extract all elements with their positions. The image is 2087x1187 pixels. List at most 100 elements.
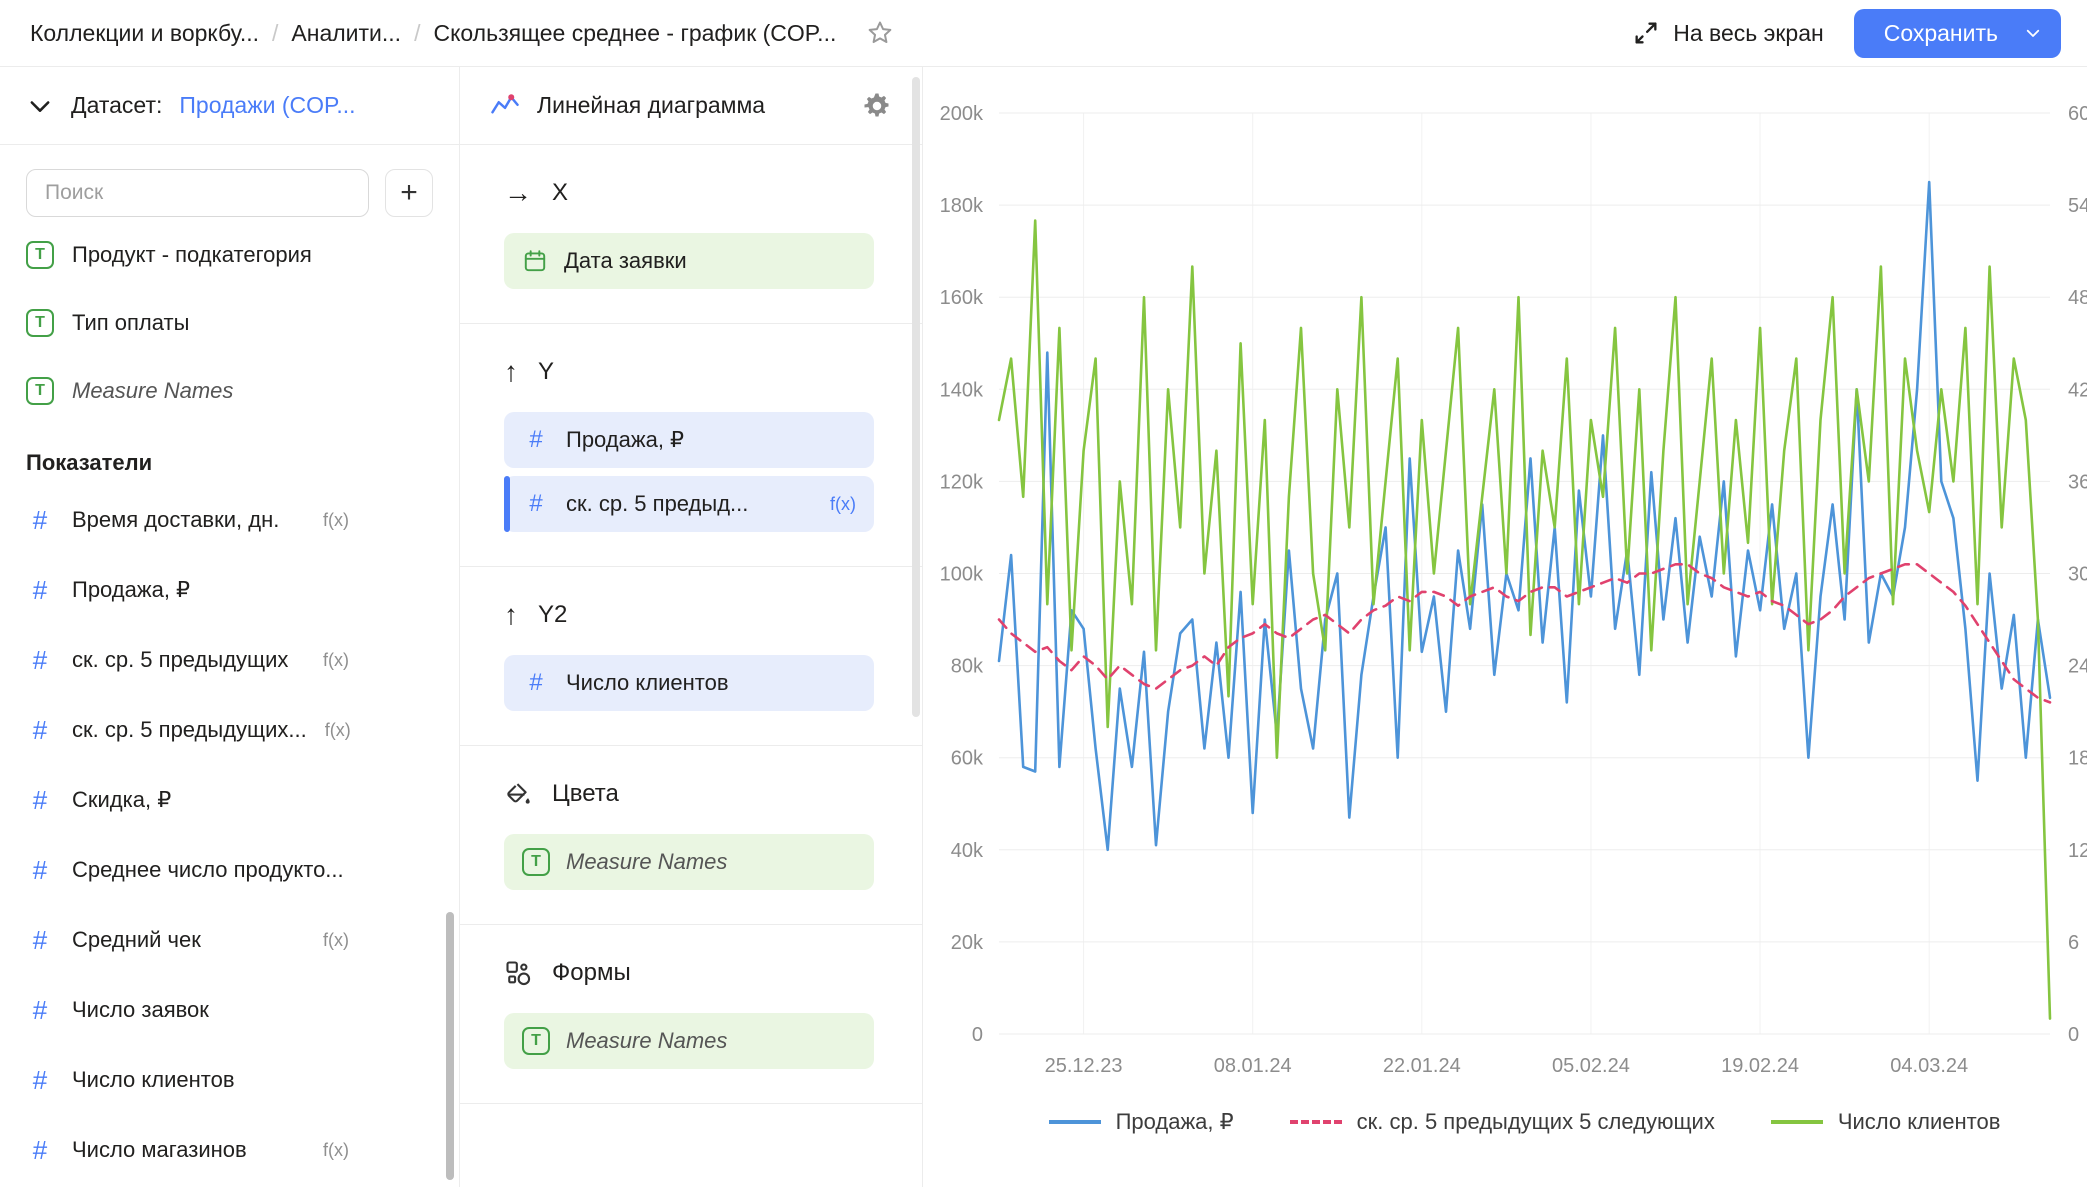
svg-text:120k: 120k (940, 471, 984, 493)
save-button[interactable]: Сохранить (1854, 9, 2028, 58)
field-dimension[interactable]: T Тип оплаты (0, 289, 459, 357)
svg-text:140k: 140k (940, 379, 984, 401)
shelf-chip-moving-average[interactable]: # ск. ср. 5 предыд... f(x) (504, 476, 874, 532)
field-label: Продукт - подкатегория (72, 242, 312, 268)
shelf-y-label: ↑ Y (504, 358, 874, 386)
dimension-type-icon: T (26, 309, 54, 337)
shelves-scrollbar[interactable] (912, 77, 920, 717)
shelf-chip-clients[interactable]: # Число клиентов (504, 655, 874, 711)
field-measure[interactable]: # Число магазинов f(x) (0, 1115, 459, 1185)
field-label: Число магазинов (72, 1137, 247, 1163)
svg-text:54: 54 (2068, 195, 2087, 217)
formula-icon: f(x) (323, 930, 349, 951)
field-label: Среднее число продукто... (72, 857, 344, 883)
legend-item-sales[interactable]: Продажа, ₽ (1049, 1109, 1234, 1135)
topbar: Коллекции и воркбу... / Аналити... / Ско… (0, 0, 2087, 67)
measure-type-icon: # (26, 995, 54, 1026)
legend-line-sample (1771, 1120, 1823, 1124)
sidebar-scrollbar[interactable] (446, 912, 454, 1180)
line-chart[interactable]: 25.12.2308.01.2422.01.2405.02.2419.02.24… (923, 67, 2087, 1187)
field-measure[interactable]: # Число клиентов (0, 1045, 459, 1115)
dimension-type-icon: T (26, 377, 54, 405)
svg-text:42: 42 (2068, 379, 2087, 401)
field-measure[interactable]: # ск. ср. 5 предыдущих... f(x) (0, 695, 459, 765)
topbar-actions: На весь экран Сохранить (1632, 9, 2061, 58)
field-label: ск. ср. 5 предыдущих... (72, 717, 307, 743)
svg-text:22.01.24: 22.01.24 (1383, 1055, 1461, 1077)
field-dimension[interactable]: T Продукт - подкатегория (0, 221, 459, 289)
shelf-title: Формы (552, 959, 631, 987)
page-title: Скользящее среднее - график (COP... (433, 20, 836, 47)
shelf-chip-date[interactable]: Дата заявки (504, 233, 874, 289)
svg-text:0: 0 (2068, 1024, 2079, 1046)
svg-text:0: 0 (972, 1024, 983, 1046)
chip-label: Продажа, ₽ (566, 427, 684, 453)
formula-icon: f(x) (323, 1140, 349, 1161)
svg-text:05.02.24: 05.02.24 (1552, 1055, 1630, 1077)
dataset-name-link[interactable]: Продажи (COP... (179, 92, 355, 119)
dataset-header: Датасет: Продажи (COP... (0, 67, 459, 145)
svg-text:200k: 200k (940, 103, 984, 125)
svg-text:18: 18 (2068, 748, 2087, 770)
field-measure[interactable]: # Скидка, ₽ (0, 765, 459, 835)
dimension-type-icon: T (26, 241, 54, 269)
breadcrumb-analytics[interactable]: Аналити... (291, 20, 401, 47)
legend-item-clients[interactable]: Число клиентов (1771, 1109, 2001, 1135)
shelf-y: ↑ Y # Продажа, ₽ # ск. ср. 5 предыд... f… (460, 324, 922, 567)
svg-text:19.02.24: 19.02.24 (1721, 1055, 1799, 1077)
shelf-colors-label: Цвета (504, 780, 874, 808)
svg-text:24: 24 (2068, 656, 2087, 678)
legend-item-moving-average[interactable]: ск. ср. 5 предыдущих 5 следующих (1290, 1109, 1715, 1135)
dimension-list: T Продукт - подкатегория T Тип оплаты T … (0, 221, 459, 425)
arrow-right-icon: → (504, 179, 532, 207)
search-input[interactable] (26, 169, 369, 217)
svg-text:08.01.24: 08.01.24 (1214, 1055, 1292, 1077)
field-measure[interactable]: # Число заявок (0, 975, 459, 1045)
add-field-button[interactable]: + (385, 169, 433, 217)
measure-type-icon: # (26, 1065, 54, 1096)
legend-label: ск. ср. 5 предыдущих 5 следующих (1357, 1109, 1715, 1135)
field-label: Число клиентов (72, 1067, 235, 1093)
expand-icon (1632, 19, 1660, 47)
shelf-chip-colors-measure-names[interactable]: T Measure Names (504, 834, 874, 890)
svg-text:80k: 80k (951, 656, 984, 678)
field-dimension[interactable]: T Measure Names (0, 357, 459, 425)
breadcrumb-separator: / (414, 20, 420, 47)
svg-text:180k: 180k (940, 195, 984, 217)
svg-text:30: 30 (2068, 564, 2087, 586)
breadcrumb-separator: / (272, 20, 278, 47)
field-measure[interactable]: # Время доставки, дн. f(x) (0, 485, 459, 555)
fullscreen-button[interactable]: На весь экран (1632, 19, 1824, 47)
chart-type-label[interactable]: Линейная диаграмма (537, 92, 765, 119)
chart-type-header: Линейная диаграмма (460, 67, 922, 145)
favorite-star-icon[interactable] (865, 18, 895, 48)
field-label: Продажа, ₽ (72, 577, 190, 603)
svg-text:36: 36 (2068, 471, 2087, 493)
chevron-down-icon (2024, 24, 2042, 42)
chip-label: Measure Names (566, 849, 727, 875)
svg-text:60: 60 (2068, 103, 2087, 125)
gear-icon[interactable] (862, 91, 892, 121)
svg-text:40k: 40k (951, 840, 984, 862)
field-measure[interactable]: # Продажа, ₽ (0, 555, 459, 625)
shelf-x-label: → X (504, 179, 874, 207)
breadcrumb-collections[interactable]: Коллекции и воркбу... (30, 20, 259, 47)
arrow-up-icon: ↑ (504, 358, 518, 386)
chart-legend: Продажа, ₽ ск. ср. 5 предыдущих 5 следую… (999, 1109, 2050, 1135)
field-measure[interactable]: # Средний чек f(x) (0, 905, 459, 975)
field-measure[interactable]: # ск. ср. 5 предыдущих f(x) (0, 625, 459, 695)
measure-list: # Время доставки, дн. f(x) # Продажа, ₽ … (0, 485, 459, 1185)
field-label: Measure Names (72, 378, 233, 404)
svg-text:04.03.24: 04.03.24 (1890, 1055, 1968, 1077)
chip-label: Measure Names (566, 1028, 727, 1054)
field-label: Скидка, ₽ (72, 787, 171, 813)
field-measure[interactable]: # Среднее число продукто... (0, 835, 459, 905)
shelf-chip-sales[interactable]: # Продажа, ₽ (504, 412, 874, 468)
chevron-down-icon[interactable] (26, 92, 54, 120)
measure-type-icon: # (26, 925, 54, 956)
save-dropdown-button[interactable] (2005, 9, 2061, 58)
measure-type-icon: # (26, 1135, 54, 1166)
shapes-icon (504, 959, 532, 987)
formula-icon: f(x) (323, 510, 349, 531)
shelf-chip-shapes-measure-names[interactable]: T Measure Names (504, 1013, 874, 1069)
